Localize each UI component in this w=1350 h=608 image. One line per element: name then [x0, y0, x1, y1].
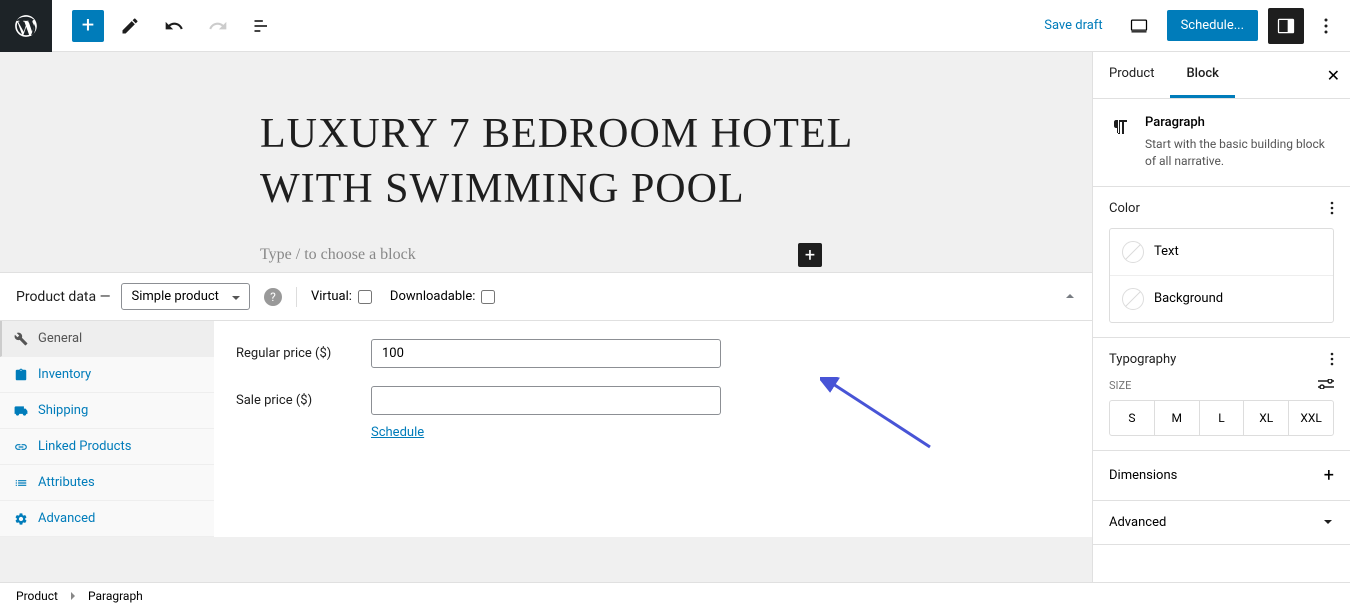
block-title: Paragraph	[1145, 115, 1334, 130]
typography-section: Typography SIZE S M L XL XXL	[1093, 338, 1350, 451]
color-section: Color Text Background	[1093, 187, 1350, 338]
product-data-label: Product data —	[16, 289, 111, 305]
collapse-toggle[interactable]	[1064, 287, 1076, 306]
product-data-content: Regular price ($) Sale price ($) Schedul…	[214, 321, 1092, 537]
toolbar-right: Save draft Schedule...	[1036, 8, 1350, 44]
virtual-checkbox-group: Virtual:	[311, 289, 372, 304]
tab-shipping[interactable]: Shipping	[0, 393, 214, 429]
size-m[interactable]: M	[1155, 401, 1200, 435]
top-toolbar: + Save draft Schedule...	[0, 0, 1350, 52]
more-options-button[interactable]	[1314, 8, 1338, 44]
typography-options-icon[interactable]	[1330, 352, 1334, 366]
block-info-section: Paragraph Start with the basic building …	[1093, 99, 1350, 187]
close-sidebar-button[interactable]: ✕	[1327, 66, 1340, 85]
sale-price-row: Sale price ($)	[236, 386, 1070, 415]
settings-toggle-button[interactable]	[1268, 8, 1304, 44]
save-draft-link[interactable]: Save draft	[1036, 10, 1110, 41]
downloadable-checkbox-group: Downloadable:	[390, 289, 495, 304]
preview-button[interactable]	[1121, 8, 1157, 44]
sidebar-tab-product[interactable]: Product	[1093, 52, 1170, 98]
tab-inventory[interactable]: Inventory	[0, 357, 214, 393]
wrench-icon	[14, 332, 28, 346]
paragraph-icon	[1109, 115, 1133, 139]
schedule-button[interactable]: Schedule...	[1167, 10, 1258, 41]
size-s[interactable]: S	[1110, 401, 1155, 435]
help-icon[interactable]: ?	[264, 288, 282, 306]
size-label-row: SIZE	[1109, 379, 1334, 392]
page-title[interactable]: LUXURY 7 BEDROOM HOTEL WITH SWIMMING POO…	[260, 107, 860, 216]
virtual-checkbox[interactable]	[358, 290, 372, 304]
product-data-body: General Inventory Shipping	[0, 321, 1092, 537]
breadcrumb: Product Paragraph	[0, 582, 1350, 608]
text-color-row[interactable]: Text	[1110, 229, 1333, 276]
wordpress-logo[interactable]	[0, 0, 52, 52]
chevron-right-icon	[70, 591, 76, 601]
background-color-row[interactable]: Background	[1110, 276, 1333, 322]
background-color-swatch	[1122, 288, 1144, 310]
product-data-header: Product data — Simple product ? Virtual:…	[0, 273, 1092, 321]
color-panel: Text Background	[1109, 228, 1334, 323]
clipboard-icon	[14, 368, 28, 382]
main-area: LUXURY 7 BEDROOM HOTEL WITH SWIMMING POO…	[0, 52, 1350, 582]
text-color-swatch	[1122, 241, 1144, 263]
product-type-select[interactable]: Simple product	[121, 283, 250, 310]
sidebar-tabs: Product Block ✕	[1093, 52, 1350, 99]
downloadable-checkbox[interactable]	[481, 290, 495, 304]
size-xl[interactable]: XL	[1244, 401, 1289, 435]
editor-area: LUXURY 7 BEDROOM HOTEL WITH SWIMMING POO…	[0, 52, 1092, 582]
redo-button[interactable]	[200, 8, 236, 44]
breadcrumb-paragraph[interactable]: Paragraph	[88, 589, 143, 603]
edit-mode-button[interactable]	[112, 8, 148, 44]
block-placeholder[interactable]: Type / to choose a block	[260, 246, 416, 264]
sidebar-tab-block[interactable]: Block	[1170, 52, 1234, 98]
chevron-down-icon	[1322, 516, 1334, 528]
schedule-sale-link[interactable]: Schedule	[371, 425, 424, 440]
list-icon	[14, 476, 28, 490]
document-overview-button[interactable]	[244, 8, 280, 44]
tab-attributes[interactable]: Attributes	[0, 465, 214, 501]
title-section: LUXURY 7 BEDROOM HOTEL WITH SWIMMING POO…	[0, 52, 1092, 246]
link-icon	[14, 440, 28, 454]
settings-sidebar: Product Block ✕ Paragraph Start with the…	[1092, 52, 1350, 582]
sale-price-input[interactable]	[371, 386, 721, 415]
size-settings-icon[interactable]	[1318, 379, 1334, 389]
color-options-icon[interactable]	[1330, 201, 1334, 215]
gear-icon	[14, 512, 28, 526]
regular-price-input[interactable]	[371, 339, 721, 368]
regular-price-row: Regular price ($)	[236, 339, 1070, 368]
add-block-button[interactable]: +	[72, 10, 104, 42]
plus-icon: +	[1324, 465, 1334, 486]
advanced-section[interactable]: Advanced	[1093, 501, 1350, 545]
tab-linked-products[interactable]: Linked Products	[0, 429, 214, 465]
dimensions-section[interactable]: Dimensions +	[1093, 451, 1350, 501]
block-description: Start with the basic building block of a…	[1145, 136, 1334, 170]
undo-button[interactable]	[156, 8, 192, 44]
product-data-panel: Product data — Simple product ? Virtual:…	[0, 272, 1092, 537]
add-inline-block-button[interactable]: +	[798, 243, 822, 267]
size-xxl[interactable]: XXL	[1289, 401, 1333, 435]
tab-advanced[interactable]: Advanced	[0, 501, 214, 537]
toolbar-left: +	[52, 8, 280, 44]
truck-icon	[14, 404, 28, 418]
editor-scroll[interactable]: LUXURY 7 BEDROOM HOTEL WITH SWIMMING POO…	[0, 52, 1092, 582]
size-buttons: S M L XL XXL	[1109, 400, 1334, 436]
product-data-tabs: General Inventory Shipping	[0, 321, 214, 537]
breadcrumb-product[interactable]: Product	[16, 589, 58, 603]
size-l[interactable]: L	[1200, 401, 1245, 435]
block-placeholder-row: Type / to choose a block +	[0, 246, 1092, 264]
tab-general[interactable]: General	[0, 321, 214, 357]
